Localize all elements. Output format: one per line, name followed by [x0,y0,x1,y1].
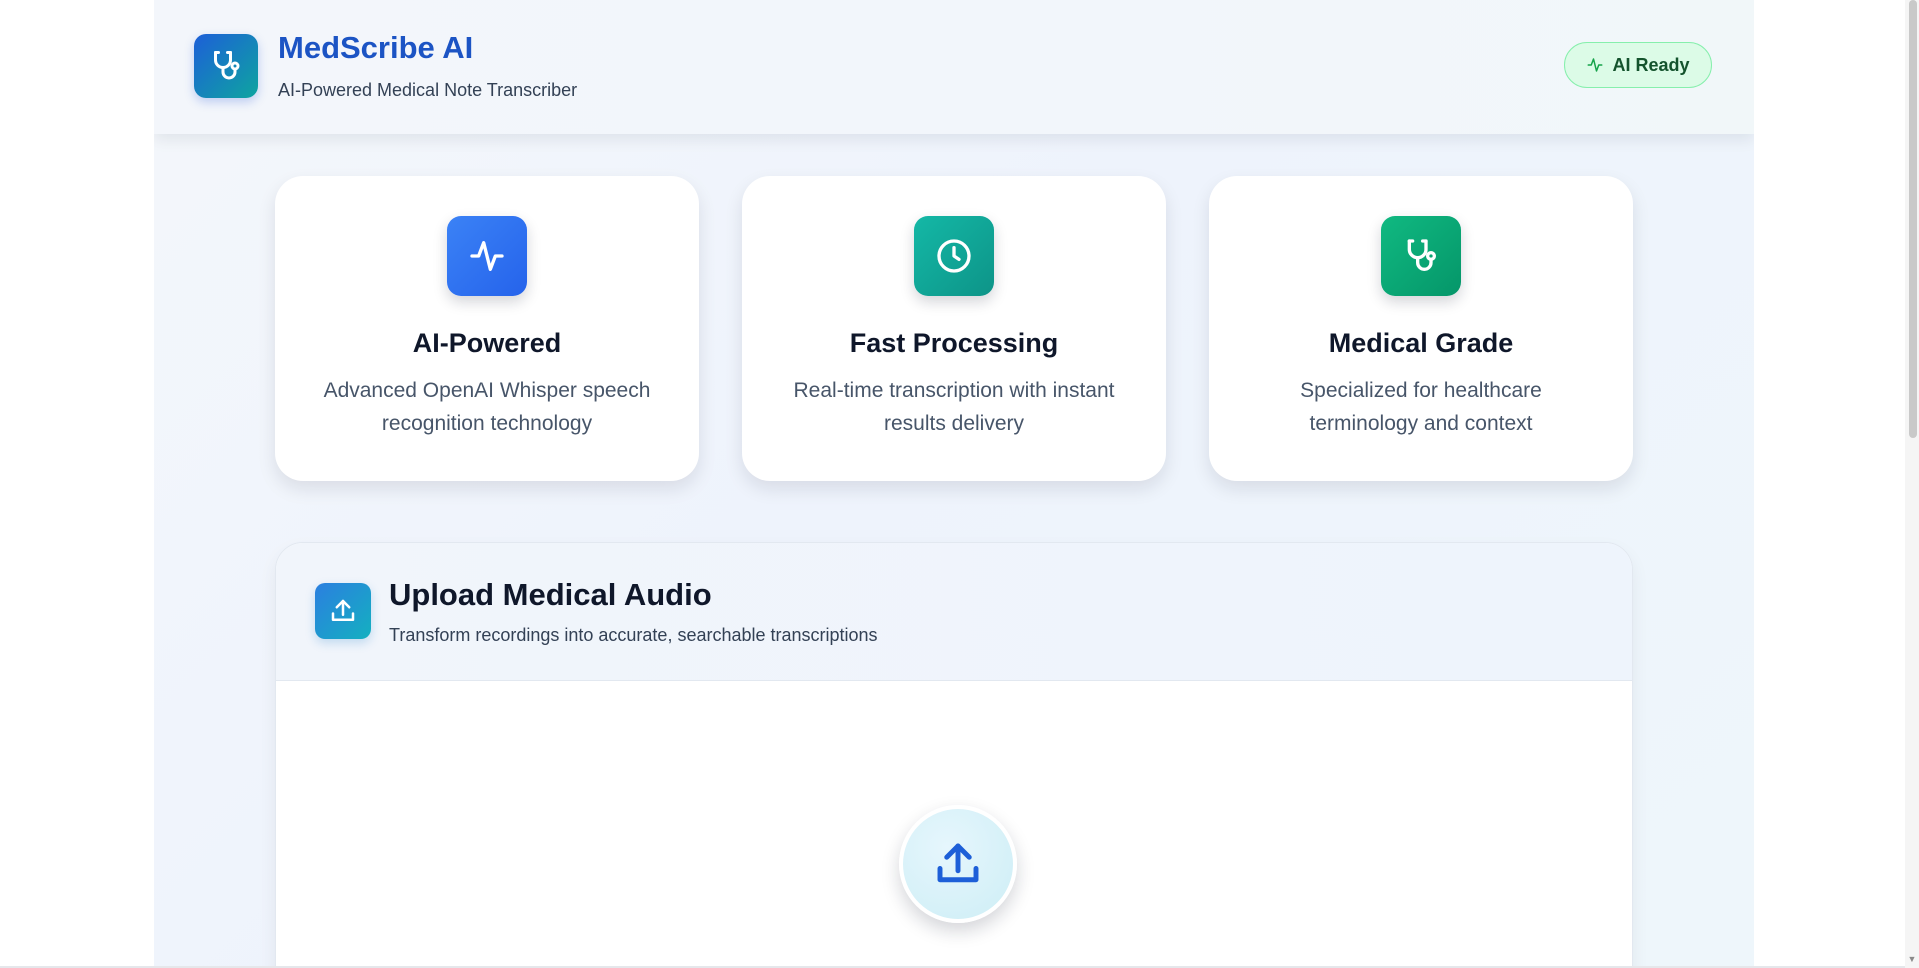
upload-panel: Upload Medical Audio Transform recording… [275,542,1633,968]
stethoscope-icon [1381,216,1461,296]
page-scrollbar[interactable]: ▼ [1905,0,1919,968]
upload-subtitle: Transform recordings into accurate, sear… [389,625,878,645]
brand-subtitle: AI-Powered Medical Note Transcriber [278,80,578,100]
feature-card-medical-grade: Medical Grade Specialized for healthcare… [1209,176,1633,481]
status-label: AI Ready [1612,54,1690,75]
upload-panel-header: Upload Medical Audio Transform recording… [276,543,1632,681]
activity-icon [447,216,527,296]
feature-description: Specialized for healthcare terminology a… [1300,379,1542,435]
scroll-down-arrow-icon[interactable]: ▼ [1907,954,1917,964]
scrollbar-thumb[interactable] [1909,0,1917,438]
feature-description: Advanced OpenAI Whisper speech recogniti… [323,379,651,435]
upload-dropzone-button[interactable] [899,805,1017,923]
feature-title: Fast Processing [849,328,1059,358]
clock-icon [914,216,994,296]
upload-icon [315,583,371,639]
stethoscope-icon [194,34,258,98]
ai-status-badge: AI Ready [1564,42,1712,88]
activity-icon [1586,56,1604,74]
brand-title: MedScribe AI [278,30,474,65]
feature-title: Medical Grade [1328,328,1514,358]
feature-card-ai-powered: AI-Powered Advanced OpenAI Whisper speec… [275,176,699,481]
upload-title: Upload Medical Audio [389,577,712,612]
app-header: MedScribe AI AI-Powered Medical Note Tra… [154,0,1754,134]
upload-icon [931,837,985,891]
app-frame: MedScribe AI AI-Powered Medical Note Tra… [154,0,1754,968]
feature-description: Real-time transcription with instant res… [793,379,1115,435]
feature-card-fast-processing: Fast Processing Real-time transcription … [742,176,1166,481]
feature-title: AI-Powered [412,328,562,358]
